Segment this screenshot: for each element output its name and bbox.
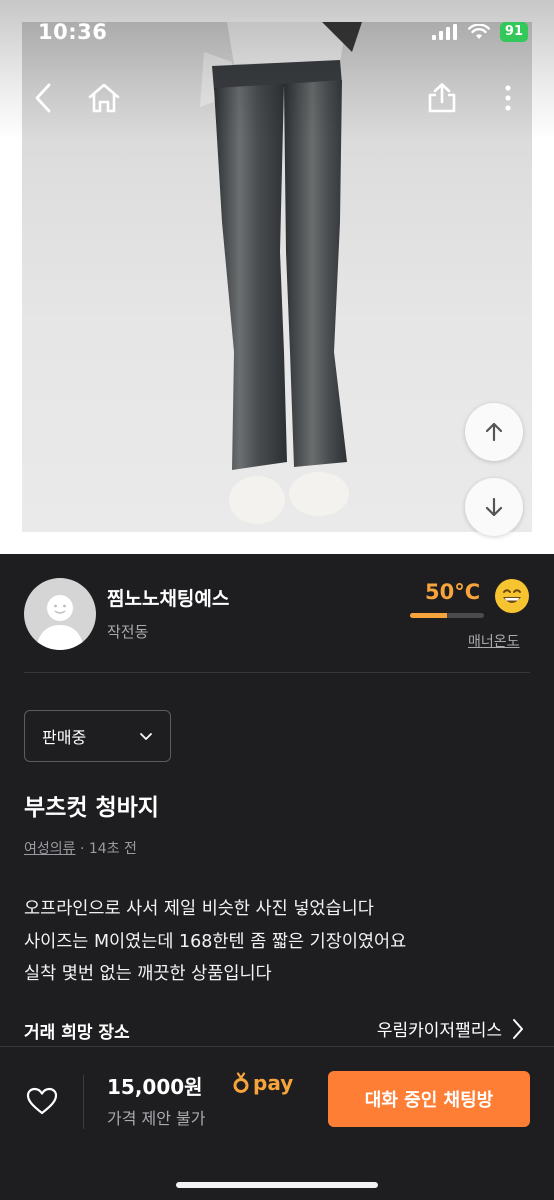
- seller-name[interactable]: 찜노노채팅예스: [107, 584, 229, 611]
- scroll-down-button[interactable]: [465, 478, 523, 536]
- manner-temperature: 50°C: [425, 580, 481, 604]
- bottom-action-bar: 15,000원 pay 가격 제안 불가 대화 중인 채팅방: [0, 1046, 554, 1200]
- posted-time: · 14초 전: [79, 841, 137, 857]
- section-divider: [24, 672, 530, 673]
- more-vertical-icon: [505, 85, 511, 111]
- status-icons: 91: [431, 22, 528, 42]
- more-button[interactable]: [484, 74, 532, 122]
- trade-place-label: 거래 희망 장소: [24, 1023, 130, 1043]
- temperature-bar: [410, 613, 484, 618]
- share-button[interactable]: [418, 74, 466, 122]
- seller-location: 작전동: [107, 623, 149, 641]
- product-photo[interactable]: 10:36 91: [0, 0, 554, 554]
- category-link[interactable]: 여성의류: [24, 841, 76, 857]
- status-time: 10:36: [38, 20, 108, 44]
- home-button[interactable]: [80, 74, 128, 122]
- description-line: 실착 몇번 없는 깨끗한 상품입니다: [24, 964, 272, 984]
- chat-room-button[interactable]: 대화 중인 채팅방: [328, 1071, 530, 1127]
- bottom-divider: [83, 1075, 84, 1129]
- listing-description: 오프라인으로 사서 제일 비슷한 사진 넣었습니다 사이즈는 M이였는데 168…: [24, 893, 406, 991]
- seller-section[interactable]: 찜노노채팅예스 작전동 50°C 매너온도: [0, 554, 554, 672]
- smile-emoji-icon: [495, 579, 529, 613]
- battery-indicator: 91: [499, 22, 528, 42]
- trade-place-value: 우림카이저팰리스: [376, 1021, 502, 1041]
- arrow-up-icon: [485, 422, 503, 442]
- chevron-left-icon: [35, 83, 51, 113]
- like-button[interactable]: [22, 1083, 62, 1119]
- back-button[interactable]: [20, 74, 68, 122]
- wifi-icon: [467, 24, 490, 39]
- scroll-up-button[interactable]: [465, 403, 523, 461]
- arrow-down-icon: [485, 497, 503, 517]
- heart-icon: [26, 1087, 58, 1115]
- status-bar: 10:36 91: [0, 0, 554, 60]
- trade-place-link[interactable]: 우림카이저팰리스: [377, 1016, 524, 1041]
- negotiation-status: 가격 제안 불가: [107, 1109, 206, 1128]
- share-icon: [428, 83, 456, 113]
- temperature-bar-fill: [410, 613, 447, 618]
- user-avatar-icon: [36, 595, 84, 650]
- listing-meta: 여성의류 · 14초 전: [24, 838, 137, 858]
- manner-temperature-link[interactable]: 매너온도: [468, 631, 520, 651]
- pay-label: pay: [253, 1071, 294, 1095]
- pay-badge: pay: [232, 1071, 293, 1095]
- chevron-right-icon: [513, 1018, 523, 1039]
- chevron-down-icon: [140, 733, 152, 740]
- sale-status-label: 판매중: [42, 728, 87, 747]
- sale-status-dropdown[interactable]: 판매중: [24, 710, 171, 762]
- avatar[interactable]: [24, 578, 96, 650]
- listing-title: 부츠컷 청바지: [24, 795, 159, 821]
- home-indicator: [176, 1182, 378, 1188]
- signal-icon: [431, 24, 457, 40]
- description-line: 사이즈는 M이였는데 168한텐 좀 짧은 기장이였어요: [24, 931, 407, 952]
- carrot-pay-icon: [233, 1072, 249, 1093]
- price: 15,000원: [107, 1075, 203, 1099]
- description-line: 오프라인으로 사서 제일 비슷한 사진 넣었습니다: [24, 899, 374, 919]
- home-icon: [88, 83, 120, 113]
